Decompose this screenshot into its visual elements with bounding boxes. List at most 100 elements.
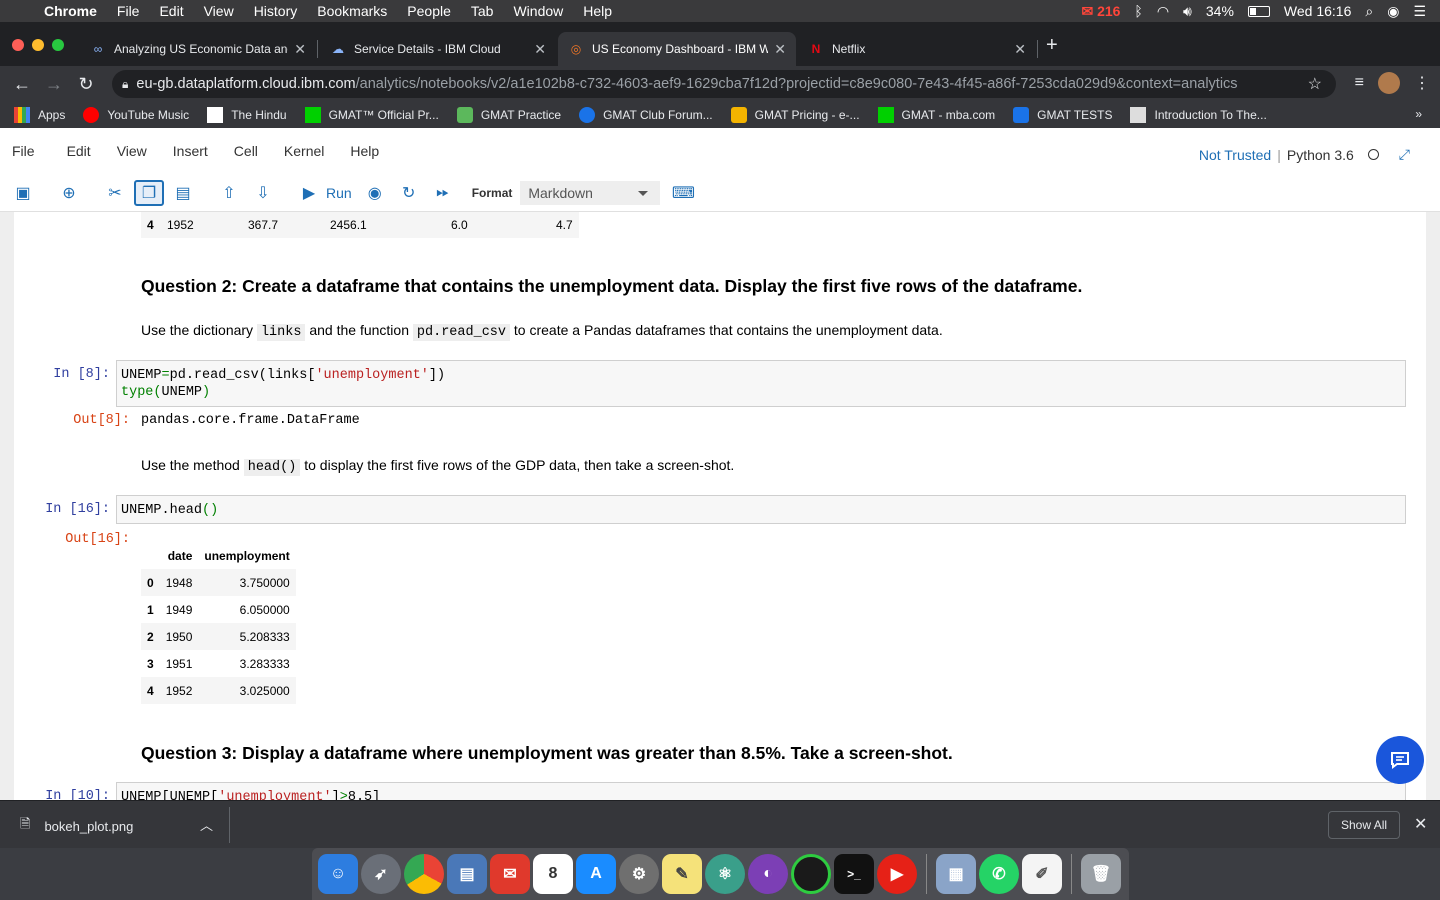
lock-icon[interactable]: 🔒︎ [122,77,128,92]
copy-icon[interactable]: ❐ [134,179,164,206]
back-icon[interactable]: ← [6,74,38,95]
tab-us-economy-dashboard[interactable]: ◎ US Economy Dashboard - IBM W ✕ [558,32,796,66]
paste-icon[interactable]: ▤ [168,180,198,206]
save-icon[interactable]: ▣ [8,180,38,206]
notification-center-icon[interactable]: ☰ [1413,3,1426,20]
close-window-button[interactable] [12,39,24,51]
cut-icon[interactable]: ✂ [100,180,130,206]
tab-service-details[interactable]: ☁ Service Details - IBM Cloud ✕ [320,32,556,66]
cell-16-code-input[interactable]: UNEMP.head() [116,495,1406,524]
insert-cell-icon[interactable]: ⊕ [54,180,84,206]
clock[interactable]: Wed 16:16 [1284,3,1351,19]
bookmark-star-icon[interactable]: ☆ [1308,74,1322,94]
tab-analyzing[interactable]: ∞ Analyzing US Economic Data and ✕ [80,32,316,66]
jupyter-menu-view[interactable]: View [117,143,147,159]
finder-icon[interactable]: ☺ [318,854,358,894]
new-tab-button[interactable]: + [1046,34,1058,57]
jupyter-menu-file[interactable]: File [12,143,35,159]
youtube-music-icon[interactable]: ▶ [877,854,917,894]
cell-10-code-input[interactable]: UNEMP[UNEMP['unemployment']>8.5] [116,782,1406,800]
chrome-icon[interactable] [404,854,444,894]
bookmarks-overflow-icon[interactable]: » [1415,107,1422,121]
menu-file[interactable]: File [117,3,140,19]
system-preferences-icon[interactable]: ⚙ [619,854,659,894]
trash-icon[interactable]: 🗑︎ [1081,854,1121,894]
close-tab-icon[interactable]: ✕ [1014,41,1026,58]
close-tab-icon[interactable]: ✕ [774,41,786,58]
siri-icon[interactable]: ◉ [1387,3,1399,20]
activity-icon[interactable] [791,854,831,894]
minimize-window-button[interactable] [32,39,44,51]
kernel-name[interactable]: Python 3.6 [1287,147,1354,163]
bookmark-gmat-club[interactable]: GMAT Club Forum... [579,107,713,123]
photos-icon[interactable]: ▦ [936,854,976,894]
jupyter-menu-edit[interactable]: Edit [67,143,91,159]
preview-icon[interactable]: ▤ [447,854,487,894]
menu-people[interactable]: People [407,3,451,19]
run-icon[interactable]: ▶ [294,180,324,206]
move-up-icon[interactable]: ⇧ [214,180,244,206]
app-store-icon[interactable]: A [576,854,616,894]
fast-forward-icon[interactable]: ⏩︎ [428,180,458,206]
github-icon[interactable]: ◐ [748,854,788,894]
menu-tab[interactable]: Tab [471,3,494,19]
forward-icon[interactable]: → [38,74,70,95]
media-control-icon[interactable]: ≡ [1355,74,1364,92]
battery-icon[interactable] [1247,5,1270,17]
close-tab-icon[interactable]: ✕ [294,41,306,58]
reload-icon[interactable]: ↻ [70,74,102,95]
chat-button[interactable] [1376,736,1424,784]
chevron-up-icon[interactable]: ︿ [200,815,213,834]
stickies-icon[interactable]: ✎ [662,854,702,894]
stop-icon[interactable]: ◉ [360,180,390,206]
show-all-button[interactable]: Show All [1328,811,1401,839]
bookmark-gmat-pricing[interactable]: GMAT Pricing - e-... [730,107,860,123]
bookmark-gmat-tests[interactable]: GMAT TESTS [1013,107,1112,123]
chrome-menu-icon[interactable]: ⋮ [1414,73,1430,93]
bookmark-gmat-official[interactable]: GMAT™ Official Pr... [304,107,439,123]
battery-percent[interactable]: 34% [1206,3,1234,19]
bookmark-introduction[interactable]: Introduction To The... [1130,107,1267,123]
move-down-icon[interactable]: ⇩ [248,180,278,206]
expand-icon[interactable]: ⤢ [1399,146,1410,163]
run-button-label[interactable]: Run [326,185,352,201]
volume-icon[interactable]: 🔊︎ [1183,3,1192,20]
launchpad-icon[interactable]: ➶ [361,854,401,894]
jupyter-menu-insert[interactable]: Insert [173,143,208,159]
not-trusted-button[interactable]: Not Trusted [1199,147,1271,163]
menu-app-name[interactable]: Chrome [44,3,97,19]
bookmark-youtube-music[interactable]: YouTube Music [83,107,189,123]
keyboard-icon[interactable]: ⌨ [668,180,698,206]
menu-view[interactable]: View [204,3,234,19]
menu-edit[interactable]: Edit [159,3,183,19]
close-icon[interactable]: ✕ [1414,814,1427,834]
zoom-window-button[interactable] [52,39,64,51]
menu-bookmarks[interactable]: Bookmarks [317,3,387,19]
jupyter-menu-cell[interactable]: Cell [234,143,258,159]
atom-icon[interactable]: ⚛ [705,854,745,894]
bookmark-gmat-practice[interactable]: GMAT Practice [456,107,561,123]
spotlight-icon[interactable]: ⌕ [1365,3,1373,20]
cell-type-select[interactable]: Markdown [520,180,661,205]
terminal-icon[interactable]: >_ [834,854,874,894]
menu-history[interactable]: History [254,3,298,19]
profile-avatar[interactable] [1378,72,1400,94]
mail-icon[interactable]: ✉ [490,854,530,894]
mail-status[interactable]: ✉ 216 [1081,3,1120,20]
jupyter-menu-help[interactable]: Help [350,143,379,159]
address-bar[interactable]: 🔒︎ eu-gb.dataplatform.cloud.ibm.com/anal… [112,70,1336,98]
menu-window[interactable]: Window [513,3,563,19]
menu-help[interactable]: Help [583,3,612,19]
restart-icon[interactable]: ↻ [394,180,424,206]
close-tab-icon[interactable]: ✕ [534,41,546,58]
cell-8-code-input[interactable]: UNEMP=pd.read_csv(links['unemployment'])… [116,360,1406,407]
tab-netflix[interactable]: N Netflix ✕ [798,32,1036,66]
whatsapp-icon[interactable]: ✆ [979,854,1019,894]
download-item[interactable]: 🗎 bokeh_plot.png [20,815,133,837]
calendar-icon[interactable]: 8 [533,854,573,894]
bookmark-the-hindu[interactable]: The Hindu [207,107,287,123]
bookmark-apps[interactable]: Apps [14,107,65,123]
bluetooth-icon[interactable]: ᛒ [1134,3,1142,19]
jupyter-menu-kernel[interactable]: Kernel [284,143,324,159]
bookmark-gmat-mba[interactable]: GMAT - mba.com [877,107,995,123]
